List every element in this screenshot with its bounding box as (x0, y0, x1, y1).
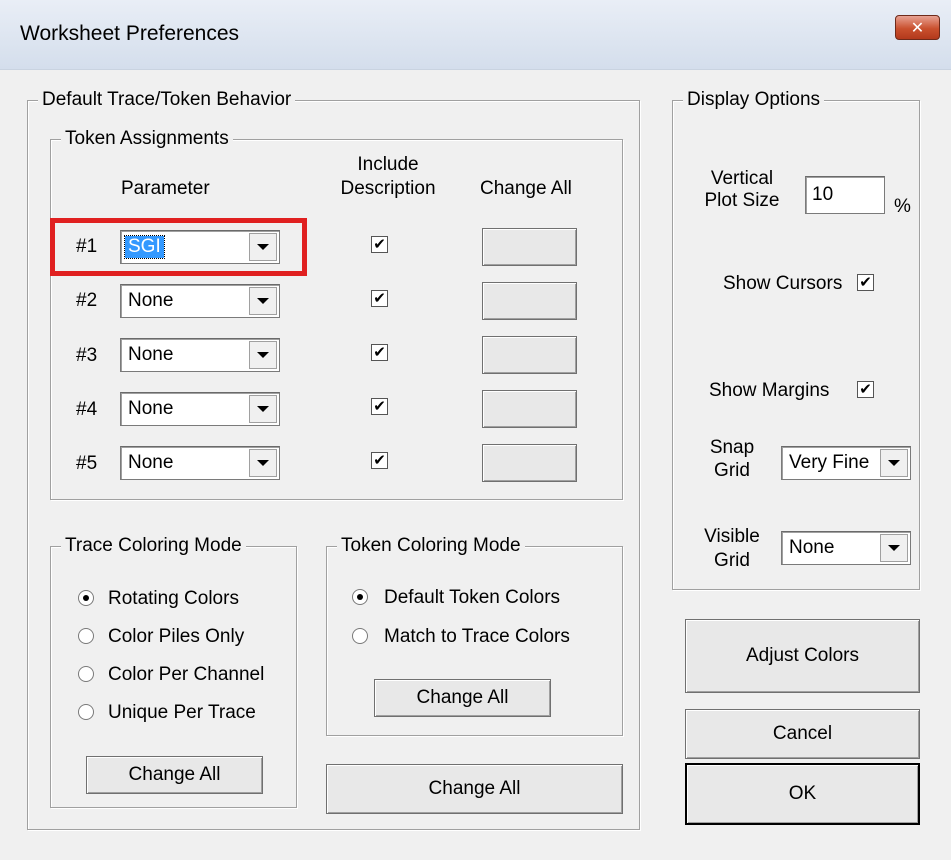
token-1-include-checkbox[interactable]: ✔ (371, 236, 388, 253)
token-3-change-all-button[interactable] (482, 336, 577, 374)
display-options-legend: Display Options (683, 88, 825, 112)
radio-color-per-channel[interactable] (78, 666, 94, 682)
visible-grid-select[interactable]: None (781, 531, 911, 565)
token-1-parameter-select[interactable]: SGI (120, 230, 280, 264)
token-coloring-legend: Token Coloring Mode (337, 534, 525, 558)
ok-button[interactable]: OK (685, 763, 920, 825)
adjust-colors-button[interactable]: Adjust Colors (685, 619, 920, 693)
chevron-down-icon[interactable] (249, 395, 277, 423)
worksheet-preferences-dialog: Worksheet Preferences ✕ Default Trace/To… (0, 0, 951, 860)
close-icon: ✕ (910, 19, 925, 37)
token-2-value: None (128, 290, 174, 311)
token-5-value: None (128, 452, 174, 473)
snap-grid-label-line2: Grid (714, 460, 750, 481)
parameter-header: Parameter (121, 178, 210, 199)
cancel-button[interactable]: Cancel (685, 709, 920, 759)
token-5-change-all-button[interactable] (482, 444, 577, 482)
show-cursors-label: Show Cursors (723, 273, 843, 294)
chevron-down-icon[interactable] (249, 287, 277, 315)
show-cursors-checkbox[interactable]: ✔ (857, 274, 874, 291)
change-all-button[interactable]: Change All (326, 764, 623, 814)
radio-label: Color Per Channel (108, 664, 265, 685)
token-2-parameter-select[interactable]: None (120, 284, 280, 318)
radio-label: Color Piles Only (108, 626, 245, 647)
token-2-include-checkbox[interactable]: ✔ (371, 290, 388, 307)
token-row-label: #4 (76, 399, 98, 420)
snap-grid-value: Very Fine (789, 452, 870, 473)
radio-label: Default Token Colors (384, 587, 561, 608)
radio-default-token-colors[interactable] (352, 589, 368, 605)
token-row-label: #5 (76, 453, 98, 474)
vertical-plot-label-line1: Vertical (710, 168, 774, 189)
show-margins-checkbox[interactable]: ✔ (857, 381, 874, 398)
token-assignments-legend: Token Assignments (61, 127, 233, 151)
chevron-down-icon[interactable] (249, 449, 277, 477)
token-1-change-all-button[interactable] (482, 228, 577, 266)
token-2-change-all-button[interactable] (482, 282, 577, 320)
token-row-label: #3 (76, 345, 98, 366)
vertical-plot-size-value: 10 (812, 184, 834, 205)
radio-label: Match to Trace Colors (384, 626, 570, 647)
percent-unit: % (894, 196, 911, 217)
close-button[interactable]: ✕ (895, 15, 940, 40)
token-3-value: None (128, 344, 174, 365)
visible-grid-label-line2: Grid (714, 550, 750, 571)
visible-grid-label-line1: Visible (704, 526, 760, 547)
title-bar: Worksheet Preferences ✕ (0, 0, 951, 70)
token-4-change-all-button[interactable] (482, 390, 577, 428)
show-margins-label: Show Margins (709, 380, 830, 401)
radio-rotating-colors[interactable] (78, 590, 94, 606)
change-all-header: Change All (480, 178, 572, 199)
chevron-down-icon[interactable] (249, 341, 277, 369)
token-3-include-checkbox[interactable]: ✔ (371, 344, 388, 361)
snap-grid-select[interactable]: Very Fine (781, 446, 911, 480)
window-title: Worksheet Preferences (20, 22, 240, 45)
chevron-down-icon[interactable] (249, 233, 277, 261)
radio-unique-per-trace[interactable] (78, 704, 94, 720)
trace-coloring-change-all-button[interactable]: Change All (86, 756, 263, 794)
token-coloring-change-all-button[interactable]: Change All (374, 679, 551, 717)
vertical-plot-size-input[interactable]: 10 (805, 176, 885, 214)
token-1-value: SGI (124, 235, 165, 259)
include-header-line1: Include (357, 154, 419, 175)
radio-color-piles-only[interactable] (78, 628, 94, 644)
token-5-include-checkbox[interactable]: ✔ (371, 452, 388, 469)
chevron-down-icon[interactable] (880, 534, 908, 562)
token-5-parameter-select[interactable]: None (120, 446, 280, 480)
visible-grid-value: None (789, 537, 835, 558)
chevron-down-icon[interactable] (880, 449, 908, 477)
radio-match-to-trace-colors[interactable] (352, 628, 368, 644)
token-4-include-checkbox[interactable]: ✔ (371, 398, 388, 415)
vertical-plot-label-line2: Plot Size (704, 190, 780, 211)
token-4-value: None (128, 398, 174, 419)
token-4-parameter-select[interactable]: None (120, 392, 280, 426)
default-trace-token-legend: Default Trace/Token Behavior (38, 88, 296, 112)
radio-label: Rotating Colors (108, 588, 239, 609)
include-header-line2: Description (340, 178, 436, 199)
token-row-label: #2 (76, 290, 98, 311)
token-3-parameter-select[interactable]: None (120, 338, 280, 372)
radio-label: Unique Per Trace (108, 702, 256, 723)
token-row-label: #1 (76, 236, 98, 257)
trace-coloring-legend: Trace Coloring Mode (61, 534, 246, 558)
snap-grid-label-line1: Snap (709, 437, 755, 458)
